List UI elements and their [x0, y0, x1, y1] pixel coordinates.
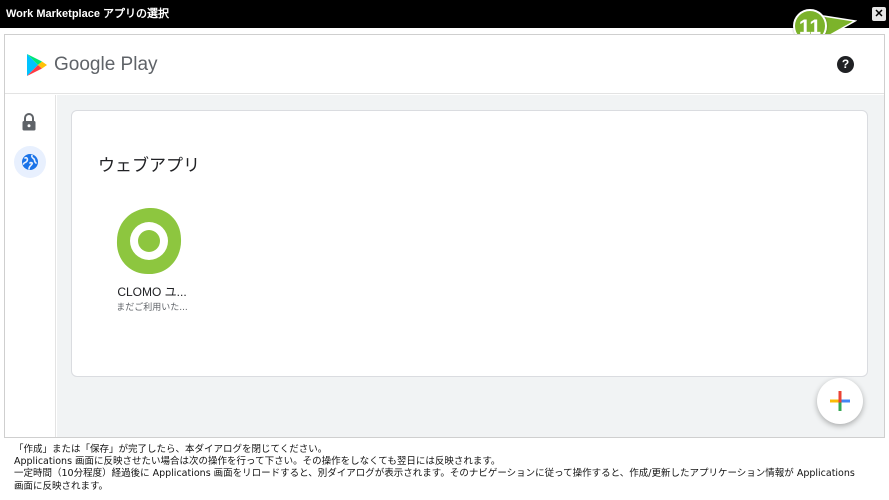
globe-icon: [22, 154, 38, 170]
web-apps-card: ウェブアプリ CLOMO ユ... まだご利用いた...: [71, 110, 868, 377]
section-title: ウェブアプリ: [98, 156, 200, 176]
instruction-line: 画面に反映されます。: [14, 480, 109, 492]
app-status: まだご利用いた...: [116, 303, 188, 313]
window-titlebar: Work Marketplace アプリの選択 ✕: [0, 0, 889, 28]
google-play-header: Google Play ?: [5, 35, 884, 94]
google-play-logo-icon: [27, 54, 47, 76]
window-title: Work Marketplace アプリの選択: [6, 8, 170, 20]
lock-icon[interactable]: [21, 113, 37, 131]
instructions: 「作成」または「保存」が完了したら、本ダイアログを閉じてください。 Applic…: [14, 444, 880, 493]
plus-icon: [830, 391, 850, 411]
close-dialog-button[interactable]: ✕: [872, 7, 886, 21]
instruction-line: Applications 画面に反映させたい場合は次の操作を行って下さい。その操…: [14, 456, 501, 468]
sidebar-item-web-apps[interactable]: [14, 146, 46, 178]
close-icon: ✕: [874, 8, 884, 20]
instruction-line: 「作成」または「保存」が完了したら、本ダイアログを閉じてください。: [14, 444, 328, 455]
app-name: CLOMO ユ...: [117, 285, 187, 299]
instruction-line: 一定時間（10分程度）経過後に Applications 画面をリロードすると、…: [14, 468, 855, 480]
add-app-button[interactable]: [817, 378, 863, 424]
main-content: ウェブアプリ CLOMO ユ... まだご利用いた...: [57, 95, 884, 437]
clomo-app-icon: [116, 207, 182, 275]
sidebar: [5, 95, 56, 437]
app-tile[interactable]: CLOMO ユ... まだご利用いた...: [107, 206, 197, 316]
google-play-brand: Google Play: [54, 54, 158, 75]
google-play-frame: Google Play ? ウェブアプリ CLOMO ユ... まだご利用いた.…: [4, 34, 885, 438]
help-icon[interactable]: ?: [837, 56, 854, 73]
